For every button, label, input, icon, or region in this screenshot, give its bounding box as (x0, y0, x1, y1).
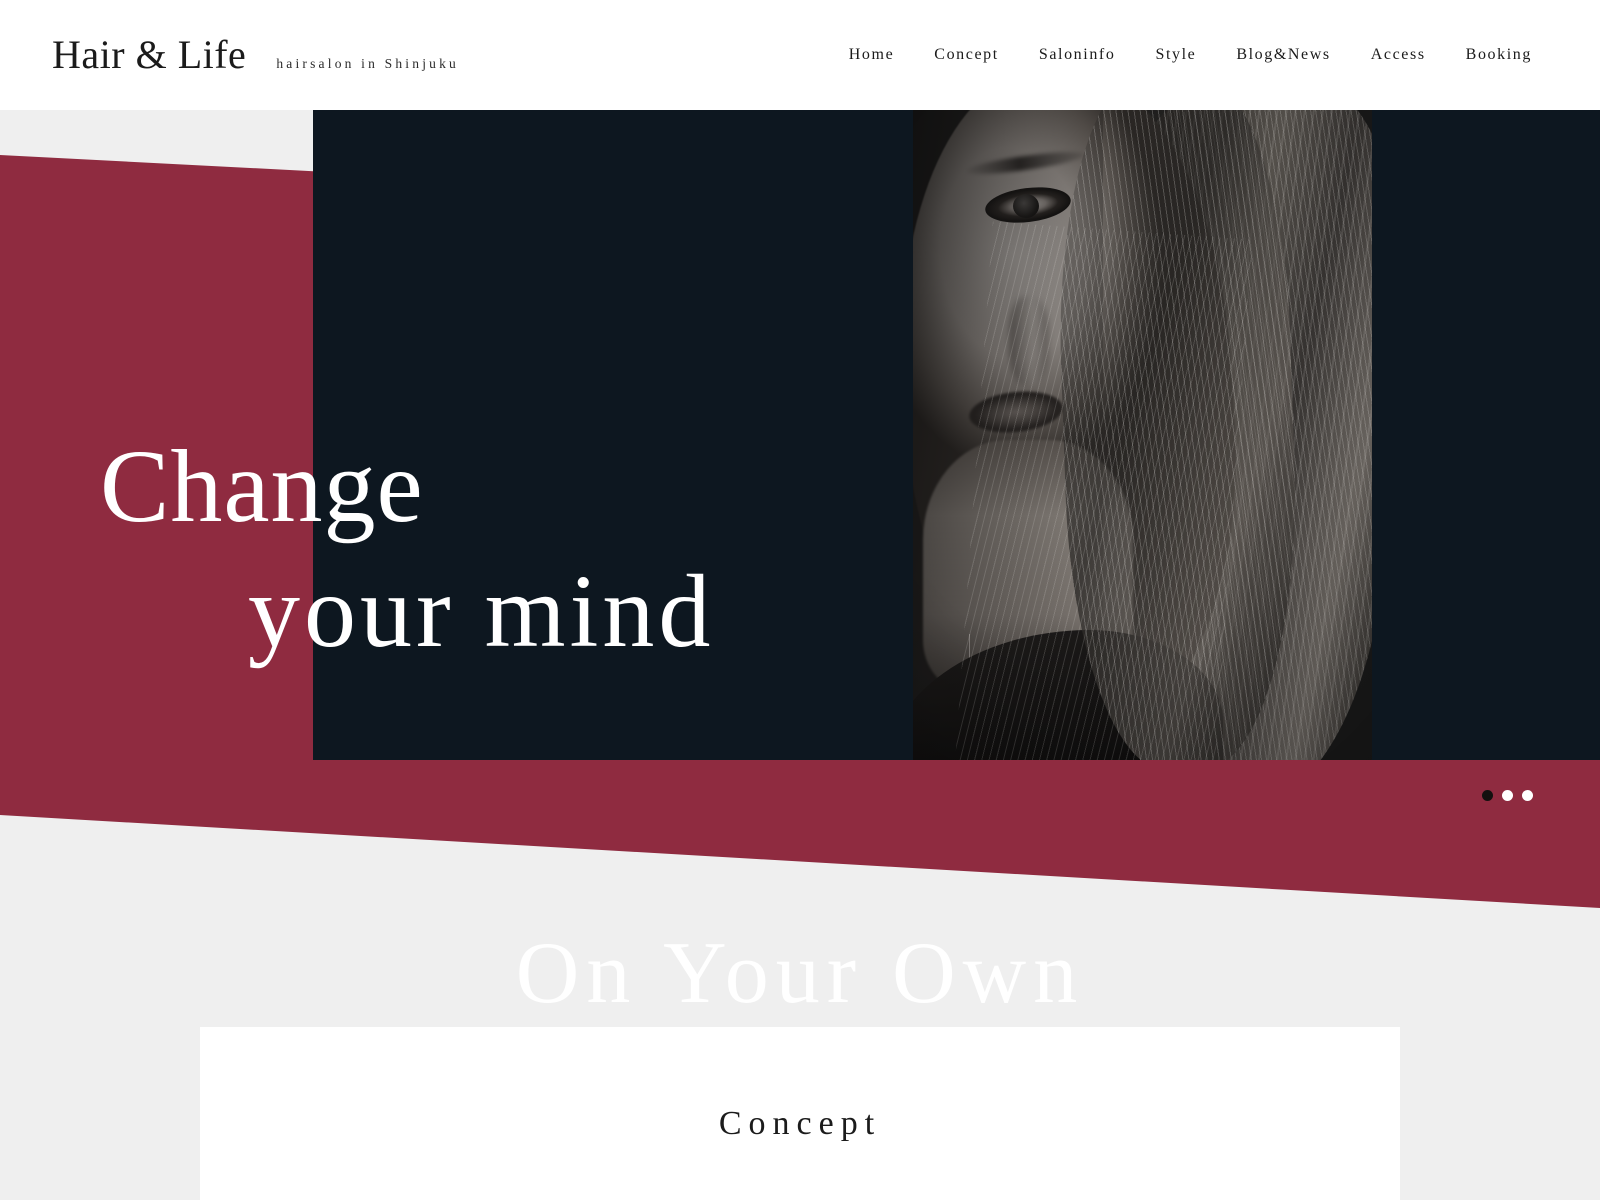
main-navigation[interactable]: Home Concept Saloninfo Style Blog&News A… (829, 46, 1600, 64)
site-tagline: hairsalon in Shinjuku (276, 56, 460, 71)
slider-dot-3[interactable] (1522, 790, 1533, 801)
site-header: Hair & Life hairsalon in Shinjuku Home C… (0, 0, 1600, 110)
nav-item-concept[interactable]: Concept (914, 46, 1019, 64)
hero-headline-line1: Change (100, 429, 424, 544)
nav-item-home[interactable]: Home (829, 46, 915, 64)
concept-watermark-text: On Your Own (515, 925, 1085, 1022)
nav-item-saloninfo[interactable]: Saloninfo (1019, 46, 1136, 64)
concept-heading: Concept (718, 1105, 882, 1142)
nav-item-booking[interactable]: Booking (1446, 46, 1552, 64)
slider-dot-1[interactable] (1482, 790, 1493, 801)
nav-item-access[interactable]: Access (1351, 46, 1446, 64)
slider-dot-2[interactable] (1502, 790, 1513, 801)
nav-item-blog-news[interactable]: Blog&News (1216, 46, 1350, 64)
page-root: Change your mind On Your Own Concept Hai… (0, 0, 1600, 1200)
concept-card: Concept (200, 1027, 1400, 1200)
slider-dots[interactable] (1482, 790, 1533, 801)
hero-section: Change your mind (0, 0, 1600, 930)
nav-item-style[interactable]: Style (1135, 46, 1216, 64)
hero-headline-line2: your mind (248, 554, 715, 669)
portrait-vignette (913, 110, 1372, 760)
hero-portrait-image (913, 110, 1372, 760)
brand-lockup[interactable]: Hair & Life hairsalon in Shinjuku (0, 35, 459, 75)
site-logo-text[interactable]: Hair & Life (52, 35, 246, 75)
